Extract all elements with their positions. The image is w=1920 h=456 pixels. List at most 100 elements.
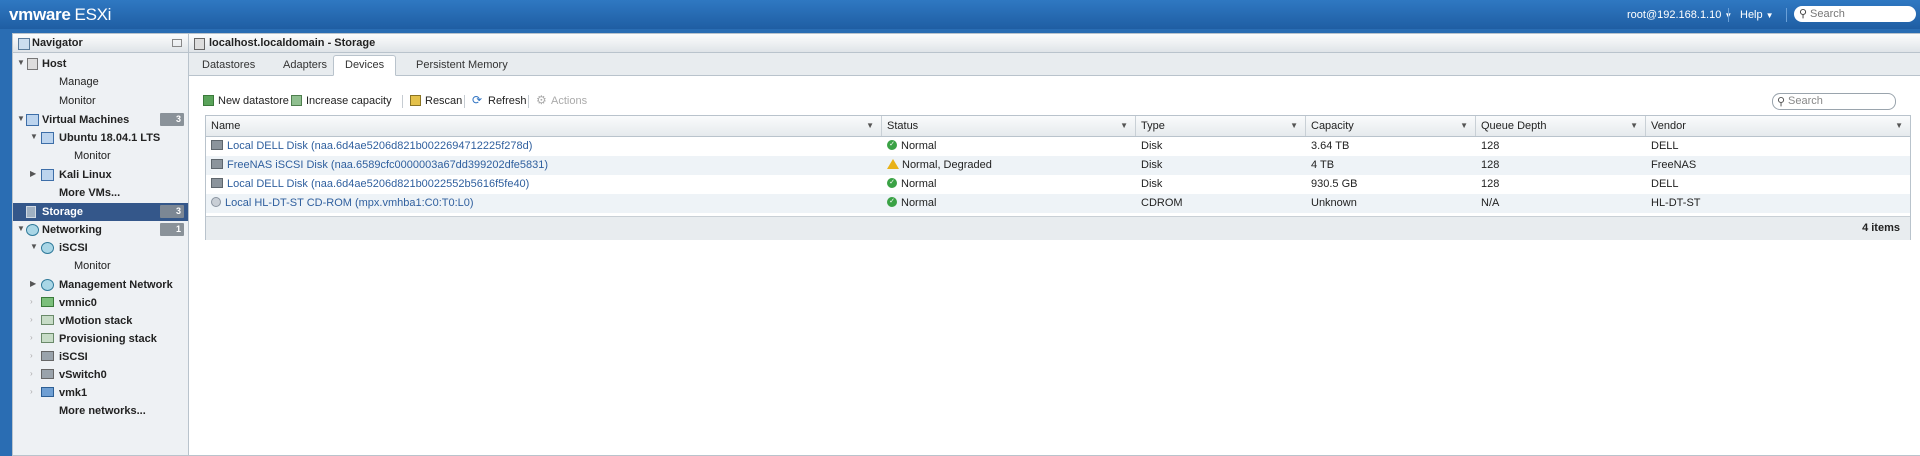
collapse-panel-icon[interactable] (172, 39, 182, 47)
search-icon: ⚲ (1799, 8, 1808, 20)
device-status: Normal (901, 140, 937, 152)
device-vendor: FreeNAS (1651, 159, 1697, 171)
button-label: Rescan (425, 95, 463, 107)
content-panel: localhost.localdomain - Storage Datastor… (188, 33, 1920, 456)
devices-table: Name ▼ Status ▼ Type ▼ Capacity ▼ Queue Dept… (205, 115, 1911, 240)
chevron-down-icon[interactable]: ▼ (1460, 116, 1468, 136)
nav-label: Kali Linux (59, 169, 112, 181)
help-menu[interactable]: Help ▼ (1740, 9, 1774, 21)
divider (1728, 8, 1729, 22)
brand-product: ESXi (74, 5, 112, 24)
table-row[interactable]: Local DELL Disk (naa.6d4ae5206d821b00226… (206, 137, 1910, 156)
chevron-right-icon[interactable]: ▶ (30, 169, 36, 178)
chevron-down-icon[interactable]: ▼ (1120, 116, 1128, 136)
column-header-queue-depth[interactable]: Queue Depth ▼ (1476, 116, 1646, 136)
nav-item-more-vms[interactable]: More VMs... (13, 184, 188, 202)
user-menu[interactable]: root@192.168.1.10▼ (1627, 9, 1732, 21)
chevron-down-icon[interactable]: ▼ (17, 224, 25, 233)
chevron-right-icon[interactable]: › (30, 351, 33, 360)
nav-item-host-monitor[interactable]: Monitor (13, 92, 188, 110)
nav-item-virtual-machines[interactable]: ▼ Virtual Machines 3 (13, 111, 188, 129)
nav-label: Ubuntu 18.04.1 LTS (59, 132, 161, 144)
nav-item-iscsi-monitor[interactable]: Monitor (13, 257, 188, 275)
column-header-type[interactable]: Type ▼ (1136, 116, 1306, 136)
nic-icon (41, 297, 54, 307)
nav-item-vswitch0[interactable]: › vSwitch0 (13, 366, 188, 384)
chevron-right-icon[interactable]: › (30, 387, 33, 396)
chevron-right-icon[interactable]: › (30, 297, 33, 306)
nav-item-vmnic0[interactable]: › vmnic0 (13, 294, 188, 312)
chevron-down-icon[interactable]: ▼ (30, 242, 38, 251)
column-label: Type (1141, 120, 1165, 132)
actions-button[interactable]: ⚙ Actions (536, 92, 587, 110)
global-search-input[interactable]: ⚲ Search (1794, 6, 1916, 22)
gear-icon: ⚙ (536, 92, 547, 107)
nav-item-management-network[interactable]: ▶ Management Network (13, 276, 188, 294)
table-row[interactable]: FreeNAS iSCSI Disk (naa.6589cfc0000003a6… (206, 156, 1910, 175)
table-row[interactable]: Local DELL Disk (naa.6d4ae5206d821b00225… (206, 175, 1910, 194)
vm-icon (26, 114, 39, 126)
chevron-down-icon[interactable]: ▼ (1895, 116, 1903, 136)
nav-item-storage[interactable]: Storage 3 (13, 203, 188, 221)
chevron-right-icon[interactable]: › (30, 315, 33, 324)
tab-devices[interactable]: Devices (333, 55, 397, 76)
table-row[interactable]: Local HL-DT-ST CD-ROM (mpx.vmhba1:C0:T0:… (206, 194, 1910, 213)
content-header: localhost.localdomain - Storage (189, 34, 1920, 53)
nav-item-networking[interactable]: ▼ Networking 1 (13, 221, 188, 239)
search-placeholder: Search (1788, 95, 1823, 107)
increase-capacity-button[interactable]: Increase capacity (291, 92, 392, 110)
chevron-down-icon[interactable]: ▼ (30, 132, 38, 141)
nav-item-iscsi-portgroup[interactable]: ▼ iSCSI (13, 239, 188, 257)
tab-datastores[interactable]: Datastores (191, 56, 266, 75)
rescan-icon (410, 94, 421, 106)
new-datastore-button[interactable]: New datastore (203, 92, 289, 110)
nav-label: vmk1 (59, 387, 88, 399)
device-name-link[interactable]: Local DELL Disk (naa.6d4ae5206d821b00225… (227, 178, 529, 190)
brand-vendor: vmware (9, 5, 71, 24)
device-name-link[interactable]: Local DELL Disk (naa.6d4ae5206d821b00226… (227, 140, 532, 152)
nav-item-iscsi-switch[interactable]: › iSCSI (13, 348, 188, 366)
column-header-vendor[interactable]: Vendor ▼ (1646, 116, 1910, 136)
nav-item-vmk1[interactable]: › vmk1 (13, 384, 188, 402)
nav-item-ubuntu[interactable]: ▼ Ubuntu 18.04.1 LTS (13, 129, 188, 147)
device-name-link[interactable]: Local HL-DT-ST CD-ROM (mpx.vmhba1:C0:T0:… (225, 197, 474, 209)
chevron-right-icon[interactable]: › (30, 333, 33, 342)
status-ok-icon: ✓ (887, 178, 897, 189)
tab-adapters[interactable]: Adapters (272, 56, 338, 75)
chevron-down-icon[interactable]: ▼ (17, 114, 25, 123)
column-header-status[interactable]: Status ▼ (882, 116, 1136, 136)
refresh-button[interactable]: ⟳ Refresh (472, 92, 527, 110)
chevron-down-icon[interactable]: ▼ (1630, 116, 1638, 136)
nav-item-more-networks[interactable]: More networks... (13, 402, 188, 420)
nav-label: vMotion stack (59, 315, 133, 327)
chevron-down-icon[interactable]: ▼ (1290, 116, 1298, 136)
nav-label: Manage (59, 76, 99, 88)
column-label: Name (211, 120, 241, 132)
nav-item-manage[interactable]: Manage (13, 73, 188, 91)
nav-label: Host (42, 58, 67, 70)
nav-item-kali[interactable]: ▶ Kali Linux (13, 166, 188, 184)
device-name-link[interactable]: FreeNAS iSCSI Disk (naa.6589cfc0000003a6… (227, 159, 548, 171)
rescan-button[interactable]: Rescan (410, 92, 462, 110)
navigator-header: Navigator (13, 34, 188, 53)
grid-search-input[interactable]: ⚲ Search (1772, 93, 1896, 110)
chevron-down-icon[interactable]: ▼ (866, 116, 874, 136)
chevron-down-icon[interactable]: ▼ (17, 58, 25, 67)
chevron-right-icon[interactable]: › (30, 369, 33, 378)
tab-persistent-memory[interactable]: Persistent Memory (405, 56, 519, 75)
nav-item-host[interactable]: ▼ Host (13, 55, 188, 73)
device-queue-depth: 128 (1481, 159, 1500, 171)
column-header-capacity[interactable]: Capacity ▼ (1306, 116, 1476, 136)
nav-label: Monitor (59, 95, 96, 107)
status-ok-icon: ✓ (887, 197, 897, 208)
count-badge: 1 (160, 223, 184, 236)
nav-label: Networking (42, 224, 102, 236)
nav-item-ubuntu-monitor[interactable]: Monitor (13, 147, 188, 165)
column-header-name[interactable]: Name ▼ (206, 116, 882, 136)
nav-item-provisioning-stack[interactable]: › Provisioning stack (13, 330, 188, 348)
chevron-right-icon[interactable]: ▶ (30, 279, 36, 288)
button-label: Refresh (488, 95, 527, 107)
cdrom-icon (211, 197, 221, 208)
increase-capacity-icon (291, 94, 302, 106)
nav-item-vmotion-stack[interactable]: › vMotion stack (13, 312, 188, 330)
